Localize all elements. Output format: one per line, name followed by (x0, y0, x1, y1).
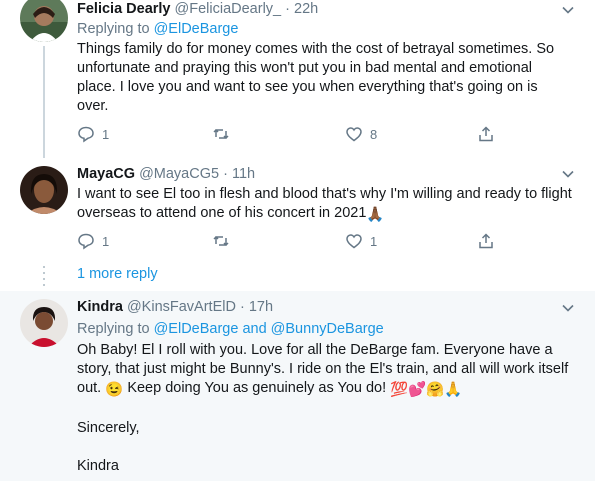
replying-to: Replying to @ElDeBarge (77, 20, 238, 38)
chevron-down-icon[interactable] (561, 301, 575, 315)
tweet-text-paragraph: Sincerely, (77, 420, 140, 436)
like-icon (346, 234, 362, 249)
more-replies-link[interactable]: 1 more reply (77, 266, 158, 282)
author-handle[interactable]: @FeliciaDearly_ (175, 1, 282, 17)
tweet-text-paragraph: Oh Baby! El I roll with you. Love for al… (77, 341, 572, 400)
tweet-kindra[interactable]: Kindra @KinsFavArtElD · 17h Replying to … (0, 291, 595, 481)
tweet-text: I want to see El too in flesh and blood … (77, 185, 572, 225)
like-icon (346, 127, 362, 142)
tweet-header: MayaCG @MayaCG5 · 11h (77, 165, 255, 183)
reply-icon (78, 233, 94, 250)
tweet-actions: 1 1 (77, 231, 507, 251)
chevron-down-icon[interactable] (561, 3, 575, 17)
reply-button[interactable]: 1 (77, 231, 109, 251)
separator: · (239, 299, 245, 315)
timestamp[interactable]: 17h (249, 299, 273, 315)
share-icon (479, 233, 493, 249)
author-handle[interactable]: @KinsFavArtElD (127, 299, 236, 315)
tweet-text-paragraph: Things family do for money comes with th… (77, 41, 555, 114)
replying-label: Replying to (77, 21, 150, 37)
like-button[interactable]: 1 (345, 231, 377, 251)
reply-count: 1 (102, 233, 110, 249)
retweet-icon (213, 235, 229, 247)
share-icon (479, 126, 493, 142)
author-name[interactable]: Felicia Dearly (77, 1, 171, 17)
like-count: 1 (370, 233, 378, 249)
like-button[interactable]: 8 (345, 124, 377, 144)
tweet-text: Things family do for money comes with th… (77, 40, 572, 116)
praying-hands-emoji: 🙏🏾 (366, 207, 385, 223)
like-count: 8 (370, 126, 378, 142)
separator: · (223, 166, 228, 182)
replying-to-link[interactable]: @ElDeBarge and @BunnyDeBarge (154, 321, 384, 337)
reply-button[interactable]: 1 (77, 124, 109, 144)
tweet-maya[interactable]: MayaCG @MayaCG5 · 11h I want to see El t… (0, 158, 595, 292)
tweet-header: Felicia Dearly @FeliciaDearly_ · 22h (77, 0, 318, 18)
avatar[interactable] (20, 166, 68, 214)
thread-dots (42, 266, 46, 290)
author-name[interactable]: MayaCG (77, 166, 135, 182)
avatar[interactable] (20, 0, 68, 42)
author-handle[interactable]: @MayaCG5 (139, 166, 219, 182)
share-button[interactable] (477, 231, 495, 251)
separator: · (285, 1, 290, 17)
tweet-text-paragraph: Kindra (77, 458, 119, 474)
retweet-button[interactable] (212, 231, 237, 251)
tweet-actions: 1 8 (77, 124, 507, 144)
retweet-button[interactable] (212, 124, 237, 144)
timestamp[interactable]: 22h (294, 1, 318, 17)
tweet-text-part: Keep doing You as genuinely as You do! (127, 380, 387, 396)
replying-label: Replying to (77, 321, 150, 337)
tweet-text-paragraph: I want to see El too in flesh and blood … (77, 185, 572, 225)
author-name[interactable]: Kindra (77, 299, 123, 315)
tweet-text: Oh Baby! El I roll with you. Love for al… (77, 341, 572, 476)
chevron-down-icon[interactable] (561, 167, 575, 181)
thread-line (43, 46, 45, 158)
timestamp[interactable]: 11h (232, 166, 255, 182)
reply-thread: Felicia Dearly @FeliciaDearly_ · 22h Rep… (0, 0, 595, 481)
winking-face-emoji: 😉 (105, 382, 124, 398)
avatar[interactable] (20, 299, 68, 347)
replying-to: Replying to @ElDeBarge and @BunnyDeBarge (77, 320, 384, 338)
tweet-felicia[interactable]: Felicia Dearly @FeliciaDearly_ · 22h Rep… (0, 0, 595, 158)
share-button[interactable] (477, 124, 495, 144)
tweet-text-content: I want to see El too in flesh and blood … (77, 186, 572, 221)
reply-count: 1 (102, 126, 110, 142)
tweet-header: Kindra @KinsFavArtElD · 17h (77, 298, 273, 316)
emoji-group: 💯💕🤗🙏 (390, 382, 463, 398)
replying-to-link[interactable]: @ElDeBarge (154, 21, 239, 37)
reply-icon (78, 126, 94, 143)
retweet-icon (213, 128, 229, 140)
